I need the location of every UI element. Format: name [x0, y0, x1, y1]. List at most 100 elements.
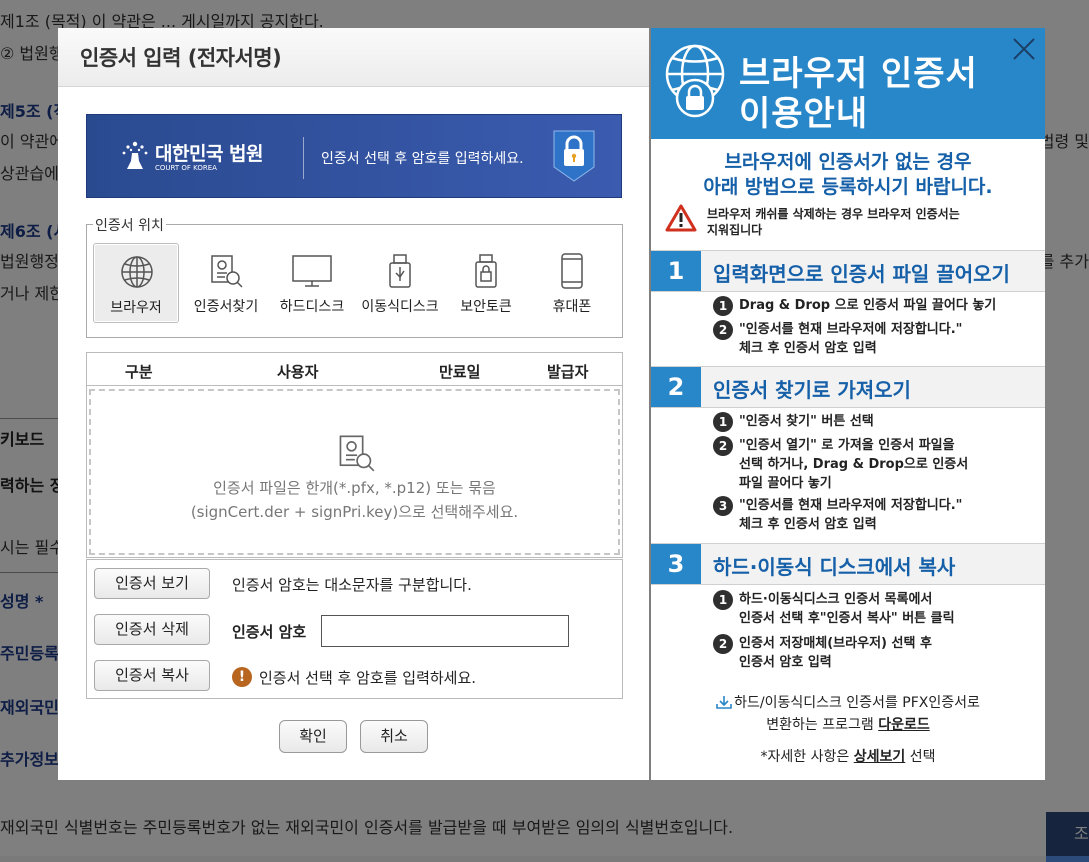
- location-hard-disk-label: 하드디스크: [279, 299, 345, 315]
- step-line: 파일 끌어다 놓기: [739, 476, 832, 491]
- location-browser[interactable]: 브라우저: [93, 243, 179, 323]
- guide-warning-line1: 브라우저 캐쉬를 삭제하는 경우 브라우저 인증서는: [707, 207, 960, 221]
- column-header-issuer: 발급자: [547, 363, 589, 381]
- step-number-icon: 2: [713, 436, 733, 456]
- column-header-type: 구분: [125, 363, 153, 381]
- certificate-drop-zone[interactable]: 인증서 파일은 한개(*.pfx, *.p12) 또는 묶음 (signCert…: [89, 389, 620, 555]
- column-header-expiry: 만료일: [439, 363, 481, 381]
- step-number-icon: 1: [713, 296, 733, 316]
- location-mobile-phone-label: 휴대폰: [552, 299, 592, 315]
- certificate-dialog: 인증서 입력 (전자서명) 대한민국 법원 COURT OF KOREA 인증서…: [58, 28, 649, 780]
- location-security-token[interactable]: 보안토큰: [443, 243, 529, 323]
- banner-message: 인증서 선택 후 암호를 입력하세요.: [321, 151, 524, 167]
- certificate-location-group: 인증서 위치 브라우저 인증서찾기 하드디스크 이동식디스크 보안토큰 휴대폰: [86, 215, 623, 338]
- shield-lock-icon: [553, 130, 595, 182]
- guide-warning-line2: 지워집니다: [707, 223, 763, 237]
- step-line: Drag & Drop 으로 인증서 파일 끌어다 놓기: [739, 298, 997, 313]
- mobile-phone-icon: [561, 253, 583, 289]
- location-removable-disk-label: 이동식디스크: [361, 299, 439, 315]
- download-note-line2: 변환하는 프로그램 다운로드: [651, 714, 1045, 736]
- usb-drive-icon: [389, 254, 411, 288]
- banner-divider: [303, 137, 304, 179]
- guide-warning-text: 브라우저 캐쉬를 삭제하는 경우 브라우저 인증서는 지워집니다: [707, 206, 960, 238]
- info-warning-icon: !: [232, 667, 252, 687]
- step-line: "인증서 열기" 로 가져올 인증서 파일을: [739, 438, 955, 453]
- location-browser-label: 브라우저: [110, 300, 162, 316]
- case-sensitive-note: 인증서 암호는 대소문자를 구분합니다.: [232, 576, 472, 594]
- section-title: 인증서 찾기로 가져오기: [713, 378, 911, 402]
- view-certificate-button[interactable]: 인증서 보기: [94, 568, 210, 599]
- cancel-button[interactable]: 취소: [360, 720, 428, 753]
- step-number-icon: 1: [713, 412, 733, 432]
- certificate-search-icon: [211, 255, 243, 288]
- step-text: "인증서 찾기" 버튼 선택: [739, 412, 874, 431]
- close-icon[interactable]: [1011, 36, 1037, 62]
- status-message: 인증서 선택 후 암호를 입력하세요.: [259, 669, 477, 687]
- copy-certificate-button[interactable]: 인증서 복사: [94, 660, 210, 691]
- browser-certificate-guide: 브라우저 인증서 이용안내 브라우저에 인증서가 없는 경우 아래 방법으로 등…: [651, 28, 1045, 780]
- details-note: *자세한 사항은 상세보기 선택: [651, 746, 1045, 766]
- security-token-icon: [475, 254, 497, 288]
- details-suffix: 선택: [905, 749, 936, 765]
- step-number-icon: 2: [713, 320, 733, 340]
- globe-lock-icon: [665, 44, 725, 118]
- monitor-icon: [292, 255, 332, 287]
- court-emblem-icon: [122, 141, 148, 169]
- certificate-table: 구분 사용자 만료일 발급자 인증서 파일은 한개(*.pfx, *.p12) …: [86, 352, 623, 558]
- download-text-line2: 변환하는 프로그램: [766, 717, 879, 733]
- download-icon: [716, 696, 732, 709]
- guide-section-3: 3 하드·이동식 디스크에서 복사: [651, 543, 1045, 585]
- details-link[interactable]: 상세보기: [854, 749, 906, 765]
- section-title: 하드·이동식 디스크에서 복사: [713, 555, 956, 579]
- step-line: "인증서 찾기" 버튼 선택: [739, 414, 874, 429]
- step-number-icon: 3: [713, 496, 733, 516]
- section-number: 3: [651, 544, 701, 584]
- drop-hint-line2: (signCert.der + signPri.key)으로 선택해주세요.: [190, 503, 519, 521]
- table-header-divider: [87, 385, 622, 386]
- court-name: 대한민국 법원: [155, 143, 264, 165]
- step-number-icon: 2: [713, 634, 733, 654]
- step-text: "인증서를 현재 브라우저에 저장합니다." 체크 후 인증서 암호 입력: [739, 320, 962, 358]
- guide-section-2: 2 인증서 찾기로 가져오기: [651, 366, 1045, 408]
- dialog-title: 인증서 입력 (전자서명): [80, 46, 282, 70]
- delete-certificate-button[interactable]: 인증서 삭제: [94, 614, 210, 645]
- download-text-line1: 하드/이동식디스크 인증서를 PFX인증서로: [734, 695, 980, 711]
- download-note: 하드/이동식디스크 인증서를 PFX인증서로 변환하는 프로그램 다운로드: [651, 692, 1045, 736]
- step-line: 하드·이동식디스크 인증서 목록에서: [739, 592, 933, 607]
- guide-title-line2: 이용안내: [739, 94, 869, 134]
- download-link[interactable]: 다운로드: [878, 717, 930, 733]
- section-number: 2: [651, 367, 701, 407]
- court-logo: 대한민국 법원 COURT OF KOREA: [119, 137, 279, 177]
- location-legend: 인증서 위치: [93, 215, 166, 235]
- download-note-line1: 하드/이동식디스크 인증서를 PFX인증서로: [651, 692, 1045, 714]
- location-cert-search-label: 인증서찾기: [193, 299, 259, 315]
- step-text: Drag & Drop 으로 인증서 파일 끌어다 놓기: [739, 296, 996, 315]
- guide-section-1: 1 입력화면으로 인증서 파일 끌어오기: [651, 250, 1045, 292]
- guide-intro-line2: 아래 방법으로 등록하시기 바랍니다.: [703, 176, 993, 198]
- location-cert-search[interactable]: 인증서찾기: [183, 243, 269, 323]
- certificate-search-icon: [339, 435, 375, 472]
- section-title: 입력화면으로 인증서 파일 끌어오기: [713, 262, 1010, 286]
- location-hard-disk[interactable]: 하드디스크: [269, 243, 355, 323]
- dialog-titlebar: 인증서 입력 (전자서명): [58, 28, 649, 87]
- step-text: 인증서 저장매체(브라우저) 선택 후 인증서 암호 입력: [739, 634, 932, 672]
- ok-button[interactable]: 확인: [279, 720, 347, 753]
- step-number-icon: 1: [713, 590, 733, 610]
- section-number: 1: [651, 251, 701, 291]
- step-line: 인증서 암호 입력: [739, 655, 832, 670]
- step-text: "인증서 열기" 로 가져올 인증서 파일을 선택 하거나, Drag & Dr…: [739, 436, 968, 493]
- step-text: "인증서를 현재 브라우저에 저장합니다." 체크 후 인증서 암호 입력: [739, 496, 962, 534]
- court-name-english: COURT OF KOREA: [155, 164, 217, 172]
- court-banner: 대한민국 법원 COURT OF KOREA 인증서 선택 후 암호를 입력하세…: [86, 114, 622, 198]
- location-removable-disk[interactable]: 이동식디스크: [357, 243, 443, 323]
- step-text: 하드·이동식디스크 인증서 목록에서 인증서 선택 후"인증서 복사" 버튼 클…: [739, 590, 955, 628]
- warning-triangle-icon: [665, 204, 697, 232]
- drop-hint-line1: 인증서 파일은 한개(*.pfx, *.p12) 또는 묶음: [213, 479, 496, 497]
- step-line: "인증서를 현재 브라우저에 저장합니다.": [739, 322, 963, 337]
- password-input[interactable]: [321, 615, 569, 647]
- location-mobile-phone[interactable]: 휴대폰: [529, 243, 615, 323]
- guide-intro-line1: 브라우저에 인증서가 없는 경우: [724, 151, 972, 173]
- certificate-controls: 인증서 보기 인증서 암호는 대소문자를 구분합니다. 인증서 삭제 인증서 암…: [86, 559, 623, 699]
- step-line: 인증서 저장매체(브라우저) 선택 후: [739, 636, 932, 651]
- step-line: 인증서 선택 후"인증서 복사" 버튼 클릭: [739, 611, 955, 626]
